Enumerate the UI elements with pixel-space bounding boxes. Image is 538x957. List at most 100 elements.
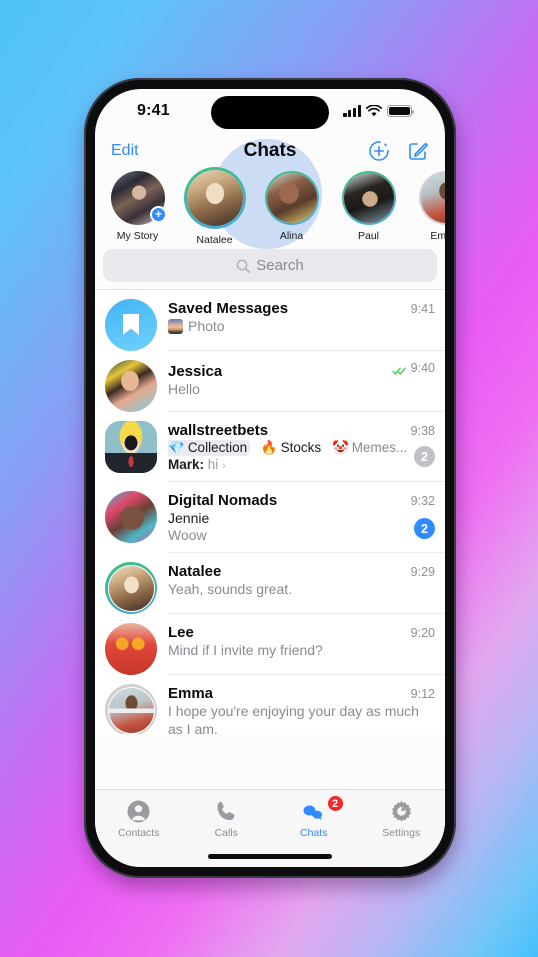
story-paul[interactable]: Paul bbox=[330, 171, 407, 242]
phone-screen: 9:41 Edit Chats + My Story Natalee Alina… bbox=[95, 89, 445, 867]
story-label: My Story bbox=[116, 230, 159, 242]
chat-row-wallstreetbets[interactable]: wallstreetbets 9:38 💎 Collection 🔥 Stocks … bbox=[95, 412, 445, 482]
phone-frame: 9:41 Edit Chats + My Story Natalee Alina… bbox=[84, 78, 456, 878]
chat-snippet: I hope you're enjoying your day as much … bbox=[168, 703, 419, 734]
story-ring-paul bbox=[341, 171, 396, 225]
avatar-wallstreetbets bbox=[105, 421, 157, 473]
story-ring-emma bbox=[418, 171, 445, 225]
message-sender: Jennie bbox=[168, 510, 210, 526]
gear-icon bbox=[389, 799, 414, 824]
chat-snippet: Yeah, sounds great. bbox=[168, 581, 293, 597]
unread-badge: 2 bbox=[414, 518, 435, 539]
topic-tag[interactable]: 🤡 Memes... bbox=[332, 440, 407, 455]
chat-title: Digital Nomads bbox=[168, 492, 278, 509]
chat-title: Lee bbox=[168, 624, 194, 641]
story-ring-alina bbox=[264, 171, 319, 225]
compose-icon[interactable] bbox=[407, 140, 429, 162]
chat-row-saved-messages[interactable]: Saved Messages 9:41 Photo bbox=[95, 290, 445, 351]
story-label: Alina bbox=[279, 230, 304, 242]
chat-snippet: Hello bbox=[168, 381, 200, 397]
home-indicator bbox=[208, 854, 332, 859]
avatar-digital-nomads bbox=[105, 491, 157, 543]
chat-row-jessica[interactable]: Jessica 9:40 Hello bbox=[95, 351, 445, 412]
avatar bbox=[420, 173, 445, 223]
chat-topic-tags[interactable]: 💎 Collection 🔥 Stocks 🤡 Memes... bbox=[168, 440, 435, 456]
chat-title: Saved Messages bbox=[168, 300, 289, 317]
chat-last-message: Mark: hi › bbox=[168, 457, 435, 472]
status-bar-indicators bbox=[343, 103, 415, 117]
message-text: hi bbox=[207, 457, 219, 472]
battery-icon bbox=[387, 104, 415, 117]
chat-time: 9:20 bbox=[410, 626, 435, 640]
avatar bbox=[343, 173, 394, 223]
add-circle-dashed-icon[interactable] bbox=[368, 140, 390, 162]
search-input[interactable]: Search bbox=[103, 249, 437, 282]
phone-icon bbox=[214, 799, 239, 824]
cellular-bars-icon bbox=[343, 105, 361, 117]
chat-time: 9:29 bbox=[410, 565, 435, 579]
search-icon bbox=[236, 259, 251, 273]
avatar bbox=[186, 170, 243, 226]
chat-time: 9:32 bbox=[410, 494, 435, 508]
nav-header: Edit Chats bbox=[95, 131, 445, 171]
read-receipt-icon bbox=[391, 363, 407, 375]
story-natalee[interactable]: Natalee bbox=[176, 167, 253, 246]
search-placeholder: Search bbox=[256, 257, 304, 274]
tab-bar: Contacts Calls 2 Chats Settings bbox=[95, 789, 445, 867]
chat-list[interactable]: Saved Messages 9:41 Photo Jessica 9:40 H… bbox=[95, 289, 445, 734]
story-ring-natalee bbox=[183, 167, 246, 229]
avatar-natalee bbox=[105, 562, 157, 614]
chat-bubbles-icon bbox=[301, 799, 326, 824]
chat-time: 9:40 bbox=[410, 361, 435, 375]
avatar-emma bbox=[105, 684, 157, 734]
chat-title: Natalee bbox=[168, 563, 222, 580]
chevron-right-icon: › bbox=[222, 460, 226, 472]
chat-row-digital-nomads[interactable]: Digital Nomads 9:32 Jennie Woow 2 bbox=[95, 482, 445, 553]
tab-label: Contacts bbox=[118, 827, 160, 839]
dynamic-island bbox=[211, 96, 329, 129]
story-label: Paul bbox=[357, 230, 379, 242]
avatar-lee bbox=[105, 623, 157, 675]
topic-tag[interactable]: 🔥 Stocks bbox=[261, 440, 321, 455]
bookmark-icon bbox=[123, 314, 139, 335]
avatar-jessica bbox=[105, 360, 157, 412]
avatar-saved-messages bbox=[105, 299, 157, 351]
chat-row-natalee[interactable]: Natalee 9:29 Yeah, sounds great. bbox=[95, 553, 445, 614]
story-my-story[interactable]: + My Story bbox=[99, 171, 176, 242]
tab-chats[interactable]: 2 Chats bbox=[270, 795, 358, 839]
tab-label: Settings bbox=[382, 827, 421, 839]
tab-contacts[interactable]: Contacts bbox=[95, 799, 183, 839]
chat-snippet: Woow bbox=[168, 527, 207, 543]
story-emma[interactable]: Emma bbox=[407, 171, 445, 242]
stories-row: + My Story Natalee Alina Paul Em bbox=[95, 139, 445, 249]
photo-thumbnail-icon bbox=[168, 319, 183, 334]
add-story-badge[interactable]: + bbox=[150, 206, 167, 223]
chat-title: Jessica bbox=[168, 363, 223, 380]
chat-snippet: Mind if I invite my friend? bbox=[168, 642, 323, 658]
tab-label: Calls bbox=[214, 827, 238, 839]
message-sender: Mark: bbox=[168, 457, 205, 472]
chat-time: 9:38 bbox=[410, 424, 435, 438]
avatar bbox=[266, 173, 317, 223]
wifi-icon bbox=[366, 105, 382, 117]
status-bar-time: 9:41 bbox=[137, 102, 170, 119]
chat-time: 9:41 bbox=[410, 302, 435, 316]
topic-tag[interactable]: 💎 Collection bbox=[168, 440, 251, 456]
tab-calls[interactable]: Calls bbox=[183, 799, 271, 839]
story-alina[interactable]: Alina bbox=[253, 171, 330, 242]
tab-label: Chats bbox=[300, 827, 328, 839]
unread-badge: 2 bbox=[414, 446, 435, 467]
chat-time: 9:12 bbox=[410, 687, 435, 701]
chat-title: wallstreetbets bbox=[168, 422, 269, 439]
chat-row-lee[interactable]: Lee 9:20 Mind if I invite my friend? bbox=[95, 614, 445, 675]
tab-settings[interactable]: Settings bbox=[358, 799, 446, 839]
chat-snippet: Photo bbox=[168, 318, 435, 334]
chat-row-emma[interactable]: Emma 9:12 I hope you're enjoying your da… bbox=[95, 675, 445, 734]
edit-button[interactable]: Edit bbox=[111, 142, 139, 160]
tab-unread-badge: 2 bbox=[326, 795, 344, 812]
search-area: Search bbox=[95, 245, 445, 289]
status-bar: 9:41 bbox=[95, 89, 445, 131]
person-circle-icon bbox=[126, 799, 151, 824]
story-label: Emma bbox=[430, 230, 445, 242]
chat-title: Emma bbox=[168, 685, 214, 702]
